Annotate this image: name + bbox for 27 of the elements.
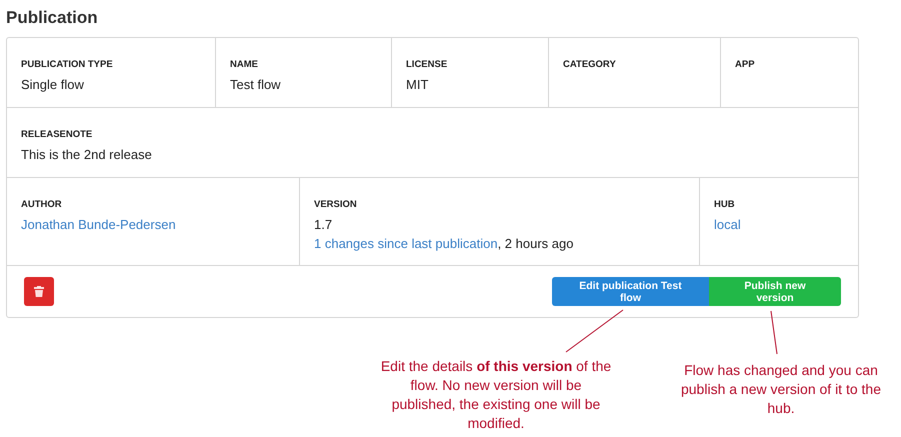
- annotation-text: Edit the details of this version of the flow. No new version will be published, the existing one will be modified.: [380, 357, 612, 433]
- changes-text: 1 changes since last publication, 2 hours ago: [314, 235, 574, 253]
- field-value: This is the 2nd release: [21, 146, 153, 164]
- field-link[interactable]: Jonathan Bunde-Pedersen: [21, 217, 176, 232]
- field-label: HUB: [714, 199, 736, 210]
- field-label: AUTHOR: [21, 199, 63, 210]
- field-value: Single flow: [21, 76, 85, 94]
- leader-line: [566, 310, 624, 352]
- publish-button[interactable]: Publish new version: [709, 277, 841, 306]
- field-value: MIT: [406, 76, 430, 94]
- leader-line: [770, 310, 778, 354]
- field-link[interactable]: local: [714, 217, 741, 232]
- field-label: NAME: [230, 59, 259, 70]
- field-label: LICENSE: [406, 59, 448, 70]
- annotation-text: Flow has changed and you can publish a new version of it to the hub.: [680, 361, 882, 418]
- page-title: Publication: [5, 7, 99, 29]
- field-value: Test flow: [230, 76, 282, 94]
- changes-link[interactable]: 1 changes since last publication: [314, 236, 498, 251]
- trash-icon: [34, 286, 44, 297]
- edit-button[interactable]: Edit publication Test flow: [552, 277, 709, 306]
- field-label: CATEGORY: [563, 59, 617, 70]
- field-label: PUBLICATION TYPE: [21, 59, 114, 70]
- field-value: 1.7: [314, 216, 334, 234]
- delete-button[interactable]: [24, 277, 54, 306]
- field-label: APP: [735, 59, 756, 70]
- field-label: VERSION: [314, 199, 358, 210]
- field-label: RELEASENOTE: [21, 129, 94, 140]
